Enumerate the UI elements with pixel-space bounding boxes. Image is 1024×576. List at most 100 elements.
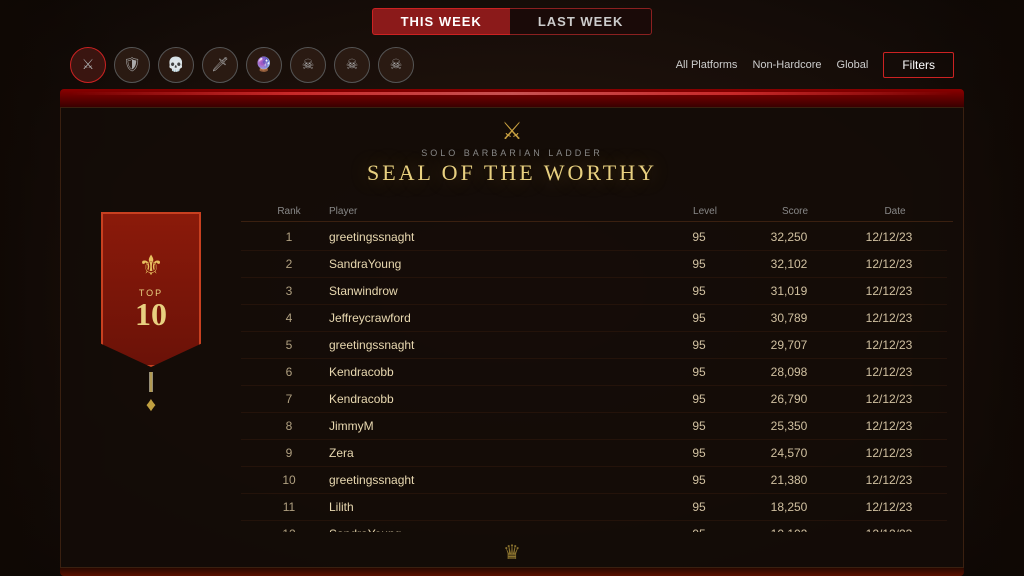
table-row[interactable]: 4Jeffreycrawford9530,78912/12/23	[241, 305, 947, 332]
cell-player: Zera	[329, 446, 659, 460]
cell-date: 12/12/23	[839, 527, 939, 532]
tab-this-week[interactable]: THIS WEEK	[372, 8, 510, 35]
cell-date: 12/12/23	[839, 338, 939, 352]
cell-rank: 5	[249, 338, 329, 352]
cell-player: Stanwindrow	[329, 284, 659, 298]
banner-emblem: ⚜	[138, 249, 163, 283]
cell-date: 12/12/23	[839, 230, 939, 244]
cell-rank: 8	[249, 419, 329, 433]
tab-last-week[interactable]: LAST WEEK	[510, 8, 653, 35]
cell-date: 12/12/23	[839, 311, 939, 325]
cell-score: 29,707	[739, 338, 839, 352]
cell-rank: 7	[249, 392, 329, 406]
table-row[interactable]: 12SandraYoung9510,10212/12/23	[241, 521, 947, 532]
table-row[interactable]: 3Stanwindrow9531,01912/12/23	[241, 278, 947, 305]
cell-rank: 11	[249, 500, 329, 514]
table-row[interactable]: 5greetingssnaght9529,70712/12/23	[241, 332, 947, 359]
class-icon-druid[interactable]: 🛡	[114, 47, 150, 83]
class-icon-rogue[interactable]: 🗡	[202, 47, 238, 83]
table-row[interactable]: 8JimmyM9525,35012/12/23	[241, 413, 947, 440]
platform-filter[interactable]: All Platforms	[676, 59, 738, 71]
cell-rank: 2	[249, 257, 329, 271]
cell-level: 95	[659, 338, 739, 352]
cell-player: greetingssnaght	[329, 230, 659, 244]
class-icon-skull2[interactable]: ☠	[334, 47, 370, 83]
banner-container: ⚜ TOP 10	[101, 212, 201, 372]
table-row[interactable]: 1greetingssnaght9532,25012/12/23	[241, 224, 947, 251]
class-icon-skull1[interactable]: ☠	[290, 47, 326, 83]
banner-shape: ⚜ TOP 10	[101, 212, 201, 367]
panel-bottom-border	[60, 568, 964, 576]
cell-score: 18,250	[739, 500, 839, 514]
banner-pole	[149, 372, 153, 392]
cell-player: greetingssnaght	[329, 338, 659, 352]
cell-player: SandraYoung	[329, 257, 659, 271]
table-row[interactable]: 7Kendracobb9526,79012/12/23	[241, 386, 947, 413]
cell-score: 26,790	[739, 392, 839, 406]
class-icons-group: ⚔ 🛡 💀 🗡 🔮 ☠ ☠ ☠	[70, 47, 414, 83]
cell-score: 24,570	[739, 446, 839, 460]
header-area: ⚔ Solo Barbarian Ladder SEAL OF THE WORT…	[61, 108, 963, 194]
ladder-subtitle: Solo Barbarian Ladder	[61, 148, 963, 158]
cell-rank: 4	[249, 311, 329, 325]
icons-row: ⚔ 🛡 💀 🗡 🔮 ☠ ☠ ☠ All Platforms Non-Hardco…	[60, 41, 964, 89]
cell-level: 95	[659, 257, 739, 271]
cell-level: 95	[659, 446, 739, 460]
class-icon-barbarian[interactable]: ⚔	[70, 47, 106, 83]
table-row[interactable]: 11Lilith9518,25012/12/23	[241, 494, 947, 521]
cell-player: JimmyM	[329, 419, 659, 433]
table-row[interactable]: 10greetingssnaght9521,38012/12/23	[241, 467, 947, 494]
cell-rank: 3	[249, 284, 329, 298]
cell-date: 12/12/23	[839, 419, 939, 433]
class-icon-necro[interactable]: 💀	[158, 47, 194, 83]
cell-level: 95	[659, 311, 739, 325]
scope-filter[interactable]: Global	[837, 59, 869, 71]
cell-date: 12/12/23	[839, 500, 939, 514]
panel-top-border	[60, 89, 964, 107]
cell-score: 31,019	[739, 284, 839, 298]
cell-score: 32,102	[739, 257, 839, 271]
table-header: Rank Player Level Score Date	[241, 202, 953, 222]
cell-level: 95	[659, 392, 739, 406]
class-icon-skull3[interactable]: ☠	[378, 47, 414, 83]
tabs-row: THIS WEEK LAST WEEK	[60, 0, 964, 41]
cell-level: 95	[659, 365, 739, 379]
cell-date: 12/12/23	[839, 473, 939, 487]
cell-rank: 1	[249, 230, 329, 244]
cell-player: greetingssnaght	[329, 473, 659, 487]
col-score: Score	[745, 206, 845, 217]
cell-level: 95	[659, 419, 739, 433]
bottom-decoration: ♛	[61, 537, 963, 567]
cell-rank: 9	[249, 446, 329, 460]
table-body[interactable]: 1greetingssnaght9532,25012/12/232SandraY…	[241, 224, 953, 532]
banner-base-icon: ♦	[146, 394, 156, 417]
cell-score: 32,250	[739, 230, 839, 244]
table-section: Rank Player Level Score Date 1greetingss…	[241, 202, 953, 532]
cell-player: SandraYoung	[329, 527, 659, 532]
filters-button[interactable]: Filters	[883, 52, 954, 78]
table-row[interactable]: 6Kendracobb9528,09812/12/23	[241, 359, 947, 386]
cell-date: 12/12/23	[839, 365, 939, 379]
class-icon-sorc[interactable]: 🔮	[246, 47, 282, 83]
cell-date: 12/12/23	[839, 446, 939, 460]
table-row[interactable]: 2SandraYoung9532,10212/12/23	[241, 251, 947, 278]
banner-top-number: 10	[135, 298, 167, 330]
crown-icon: ♛	[503, 540, 521, 565]
col-player: Player	[329, 206, 665, 217]
cell-date: 12/12/23	[839, 284, 939, 298]
cell-player: Kendracobb	[329, 392, 659, 406]
trophy-icon: ⚔	[61, 120, 963, 144]
cell-score: 21,380	[739, 473, 839, 487]
table-row[interactable]: 9Zera9524,57012/12/23	[241, 440, 947, 467]
cell-score: 30,789	[739, 311, 839, 325]
ladder-title: SEAL OF THE WORTHY	[61, 160, 963, 186]
mode-filter[interactable]: Non-Hardcore	[752, 59, 821, 71]
cell-date: 12/12/23	[839, 392, 939, 406]
cell-level: 95	[659, 284, 739, 298]
col-date: Date	[845, 206, 945, 217]
col-rank: Rank	[249, 206, 329, 217]
cell-player: Kendracobb	[329, 365, 659, 379]
cell-score: 25,350	[739, 419, 839, 433]
content-area: ⚜ TOP 10 ♦ Rank Player Level Score Date	[61, 194, 963, 537]
right-controls: All Platforms Non-Hardcore Global Filter…	[676, 52, 954, 78]
